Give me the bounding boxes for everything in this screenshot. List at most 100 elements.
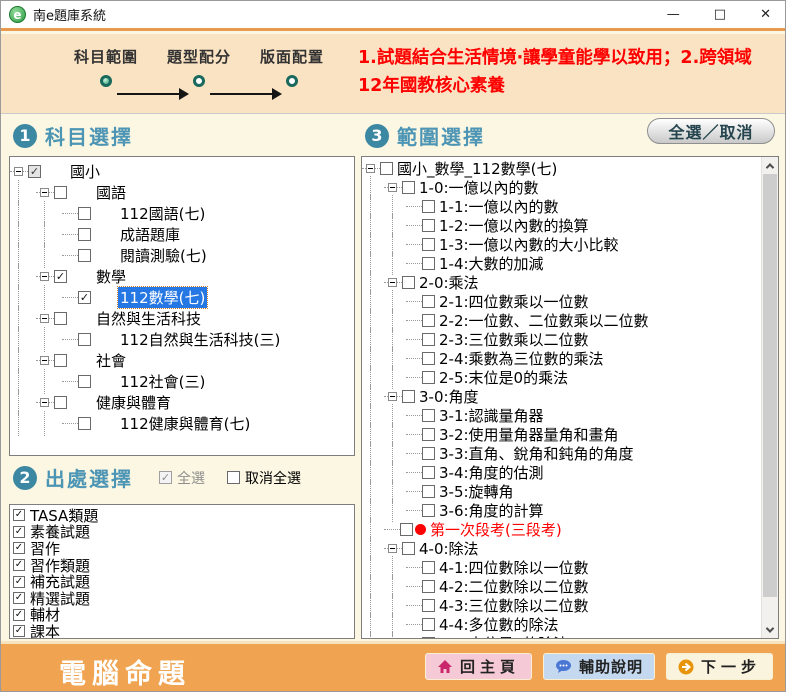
tree-checkbox[interactable] <box>400 523 413 536</box>
tree-node-label[interactable]: 2-4:乘數為三位數的乘法 <box>437 348 606 369</box>
source-item-checkbox[interactable]: ✓ <box>13 625 25 637</box>
tree-checkbox[interactable] <box>422 599 435 612</box>
tree-checkbox[interactable]: ✓ <box>28 165 41 178</box>
tree-node-label[interactable]: 3-4:角度的估測 <box>437 462 546 483</box>
tree-expander-minus[interactable] <box>366 164 375 173</box>
tree-node-label[interactable]: 1-0:一億以內的數 <box>417 177 541 198</box>
tree-checkbox[interactable] <box>422 447 435 460</box>
source-list-item[interactable]: ✓素養試題 <box>10 524 354 541</box>
tree-checkbox[interactable] <box>422 219 435 232</box>
tree-checkbox[interactable] <box>54 354 67 367</box>
tree-checkbox[interactable] <box>422 257 435 270</box>
tree-node-label[interactable]: 3-2:使用量角器量角和畫角 <box>437 424 621 445</box>
tree-checkbox[interactable] <box>422 314 435 327</box>
tree-node-label[interactable]: 2-3:三位數乘以二位數 <box>437 329 591 350</box>
tree-expander-minus[interactable] <box>40 272 49 281</box>
tree-checkbox[interactable] <box>422 580 435 593</box>
tree-checkbox[interactable] <box>78 333 91 346</box>
tree-expander-minus[interactable] <box>388 544 397 553</box>
scroll-down-button[interactable] <box>762 621 778 638</box>
tree-checkbox[interactable] <box>422 466 435 479</box>
tree-node-label[interactable]: 4-3:三位數除以二位數 <box>437 595 591 616</box>
tree-node-label[interactable]: 3-1:認識量角器 <box>437 405 546 426</box>
tree-expander-minus[interactable] <box>40 188 49 197</box>
tree-checkbox[interactable] <box>54 396 67 409</box>
tree-checkbox[interactable] <box>422 428 435 441</box>
close-button[interactable]: ✕ <box>760 8 771 21</box>
tree-expander-minus[interactable] <box>388 183 397 192</box>
tree-checkbox[interactable] <box>402 542 415 555</box>
tree-node-label[interactable]: 自然與生活科技 <box>94 308 203 329</box>
source-item-checkbox[interactable]: ✓ <box>13 576 25 588</box>
tree-node-label[interactable]: 4-4:多位數的除法 <box>437 614 561 635</box>
tree-expander-minus[interactable] <box>40 398 49 407</box>
help-button[interactable]: 輔助說明 <box>543 653 655 680</box>
tree-node-label[interactable]: 4-0:除法 <box>417 538 481 559</box>
tree-checkbox[interactable] <box>422 485 435 498</box>
tree-checkbox[interactable] <box>402 181 415 194</box>
tree-node-label[interactable]: 成語題庫 <box>118 224 182 245</box>
tree-node-label[interactable]: 1-3:一億以內數的大小比較 <box>437 234 621 255</box>
tree-node-label[interactable]: 1-4:大數的加減 <box>437 253 546 274</box>
tree-checkbox[interactable] <box>422 295 435 308</box>
tree-node-label[interactable]: 112社會(三) <box>118 371 207 392</box>
tree-node-label[interactable]: 國語 <box>94 182 128 203</box>
tree-node-label[interactable]: 閱讀測驗(七) <box>118 245 209 266</box>
tree-checkbox[interactable] <box>422 352 435 365</box>
tree-checkbox[interactable] <box>422 504 435 517</box>
tree-node-label[interactable]: 3-3:直角、銳角和鈍角的角度 <box>437 443 636 464</box>
source-item-checkbox[interactable]: ✓ <box>13 609 25 621</box>
maximize-button[interactable]: □ <box>714 8 726 21</box>
tree-checkbox[interactable] <box>54 312 67 325</box>
source-item-checkbox[interactable]: ✓ <box>13 592 25 604</box>
tree-node-label[interactable]: 1-2:一億以內數的換算 <box>437 215 591 236</box>
tree-node-label[interactable]: 國小_數學_112數學(七) <box>395 158 559 179</box>
tree-expander-minus[interactable] <box>14 167 23 176</box>
tree-checkbox[interactable] <box>422 409 435 422</box>
tree-expander-minus[interactable] <box>388 278 397 287</box>
tree-checkbox[interactable] <box>78 375 91 388</box>
tree-node-label[interactable]: 2-5:末位是0的乘法 <box>437 367 570 388</box>
vertical-scrollbar[interactable] <box>761 157 778 638</box>
minimize-button[interactable]: — <box>667 8 680 21</box>
tree-checkbox[interactable] <box>78 207 91 220</box>
tree-node-label[interactable]: 4-2:二位數除以二位數 <box>437 576 591 597</box>
tree-checkbox[interactable] <box>402 390 415 403</box>
tree-checkbox[interactable] <box>380 162 393 175</box>
tree-node-label[interactable]: 3-5:旋轉角 <box>437 481 516 502</box>
tree-node-label[interactable]: 4-5:末位是0的除法 <box>437 633 570 639</box>
scroll-up-button[interactable] <box>762 157 778 174</box>
tree-checkbox[interactable] <box>422 333 435 346</box>
tree-node-label[interactable]: 3-6:角度的計算 <box>437 500 546 521</box>
tree-checkbox[interactable] <box>422 371 435 384</box>
tree-checkbox[interactable] <box>422 561 435 574</box>
tree-node-label[interactable]: 2-0:乘法 <box>417 272 481 293</box>
toggle-select-all-button[interactable]: 全選／取消 <box>647 118 775 144</box>
deselect-all-checkbox[interactable] <box>227 471 240 484</box>
tree-node-label[interactable]: 4-1:四位數除以一位數 <box>437 557 591 578</box>
tree-checkbox[interactable] <box>422 238 435 251</box>
tree-checkbox[interactable] <box>78 249 91 262</box>
tree-checkbox[interactable] <box>54 186 67 199</box>
source-list-item[interactable]: ✓課本 <box>10 623 354 639</box>
source-item-checkbox[interactable]: ✓ <box>13 559 25 571</box>
select-all-checkbox-group[interactable]: ✓ 全選 <box>159 468 205 488</box>
source-list-item[interactable]: ✓輔材 <box>10 607 354 624</box>
source-item-checkbox[interactable]: ✓ <box>13 509 25 521</box>
deselect-all-checkbox-group[interactable]: 取消全選 <box>227 468 301 488</box>
tree-node-label[interactable]: 國小 <box>68 161 102 182</box>
source-item-checkbox[interactable]: ✓ <box>13 526 25 538</box>
tree-checkbox[interactable] <box>78 417 91 430</box>
next-step-button[interactable]: 下一步 <box>666 653 773 680</box>
tree-node-label[interactable]: 112數學(七) <box>118 287 207 308</box>
tree-expander-minus[interactable] <box>388 392 397 401</box>
tree-node-label[interactable]: 1-1:一億以內的數 <box>437 196 561 217</box>
tree-checkbox[interactable]: ✓ <box>78 291 91 304</box>
tree-checkbox[interactable] <box>422 618 435 631</box>
select-all-checkbox[interactable]: ✓ <box>159 471 172 484</box>
tree-node-label[interactable]: 健康與體育 <box>94 392 173 413</box>
tree-node-label[interactable]: 社會 <box>94 350 128 371</box>
tree-node-label[interactable]: 2-2:一位數、二位數乘以二位數 <box>437 310 651 331</box>
tree-checkbox[interactable] <box>78 228 91 241</box>
source-item-checkbox[interactable]: ✓ <box>13 542 25 554</box>
